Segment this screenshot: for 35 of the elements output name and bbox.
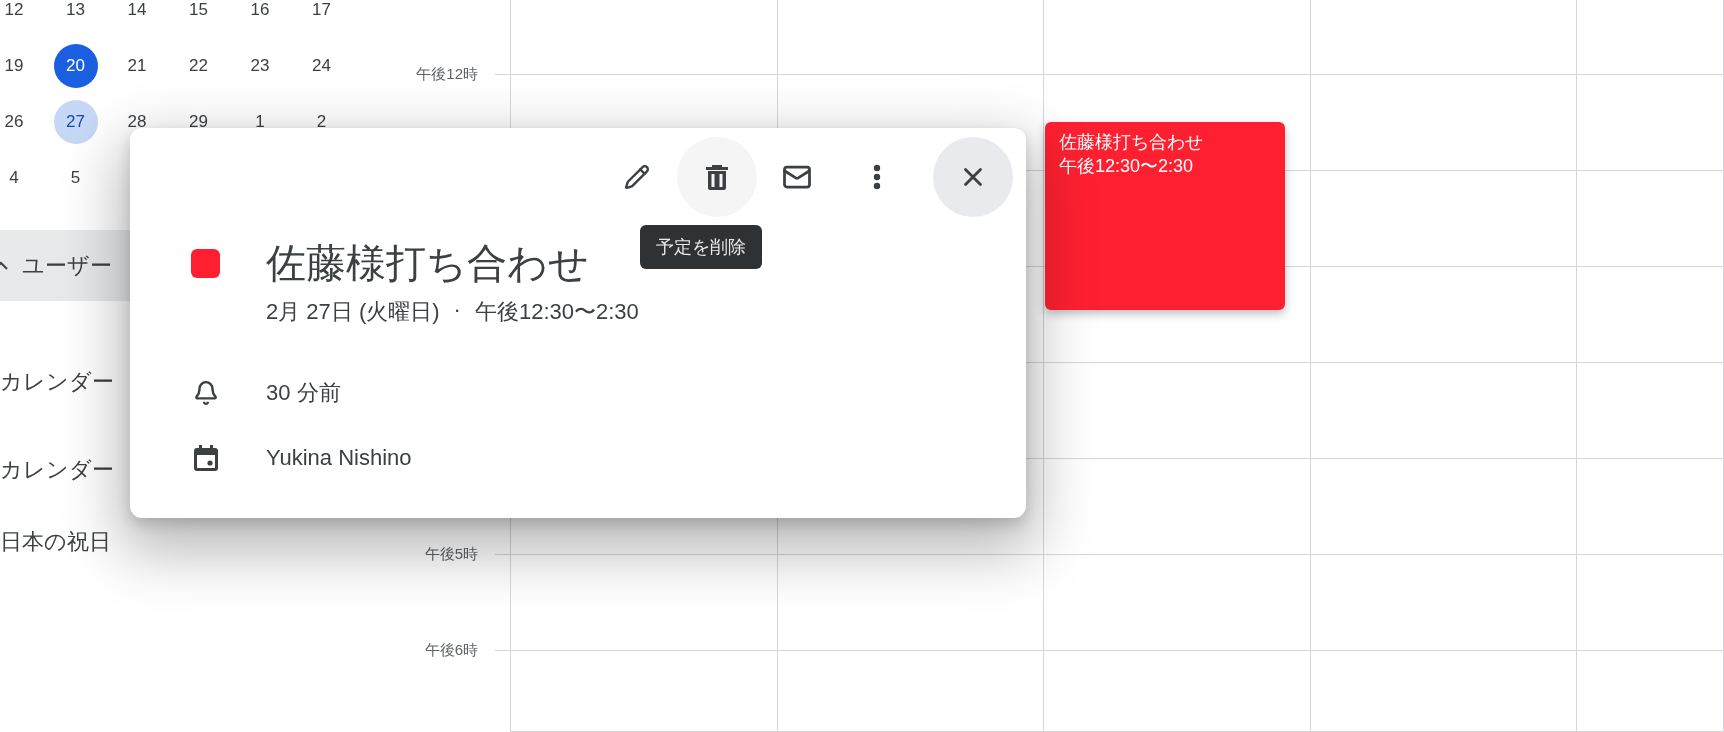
calendar-icon bbox=[192, 444, 219, 472]
calendar-day[interactable]: 24 bbox=[299, 44, 344, 88]
calendar-day[interactable]: 4 bbox=[0, 156, 36, 200]
separator: · bbox=[453, 297, 461, 324]
bell-icon bbox=[192, 380, 219, 406]
event-title: 佐藤様打ち合わせ bbox=[1059, 131, 1204, 154]
calendar-day[interactable]: 15 bbox=[176, 0, 221, 32]
time-label: 午後12時 bbox=[416, 65, 478, 84]
reminder-text: 30 分前 bbox=[266, 379, 341, 407]
calendar-item[interactable]: 日本の祝日 bbox=[0, 520, 400, 564]
pencil-icon bbox=[624, 164, 650, 190]
time-label: 午後6時 bbox=[424, 641, 478, 660]
calendar-day[interactable]: 16 bbox=[238, 0, 282, 32]
calendar-day[interactable]: 12 bbox=[0, 0, 36, 32]
event-date: 2月 27日 (火曜日) bbox=[266, 298, 440, 326]
calendar-day[interactable]: 22 bbox=[176, 44, 221, 88]
time-label: 午後5時 bbox=[424, 545, 478, 564]
calendar-day[interactable]: 23 bbox=[238, 44, 282, 88]
calendar-owner: Yukina Nishino bbox=[266, 445, 412, 471]
event-time: 午後12:30〜2:30 bbox=[1059, 155, 1195, 178]
calendar-day[interactable]: 19 bbox=[0, 44, 36, 88]
calendar-day[interactable]: 20 bbox=[53, 44, 98, 88]
calendar-day[interactable]: 27 bbox=[53, 100, 98, 144]
calendar-day[interactable]: 13 bbox=[53, 0, 98, 32]
event-title: 佐藤様打ち合わせ bbox=[266, 239, 589, 287]
calendar-day[interactable]: 17 bbox=[299, 0, 344, 32]
calendar-day[interactable]: 21 bbox=[115, 44, 159, 88]
trash-icon bbox=[704, 163, 730, 191]
more-icon bbox=[873, 164, 881, 190]
calendar-day[interactable]: 5 bbox=[53, 156, 98, 200]
calendar-day[interactable]: 26 bbox=[0, 100, 36, 144]
calendar-day[interactable]: 14 bbox=[115, 0, 159, 32]
event-block[interactable]: 佐藤様打ち合わせ 午後12:30〜2:30 bbox=[1045, 122, 1285, 310]
tooltip: 予定を削除 bbox=[640, 225, 762, 269]
event-time: 午後12:30〜2:30 bbox=[474, 298, 639, 326]
